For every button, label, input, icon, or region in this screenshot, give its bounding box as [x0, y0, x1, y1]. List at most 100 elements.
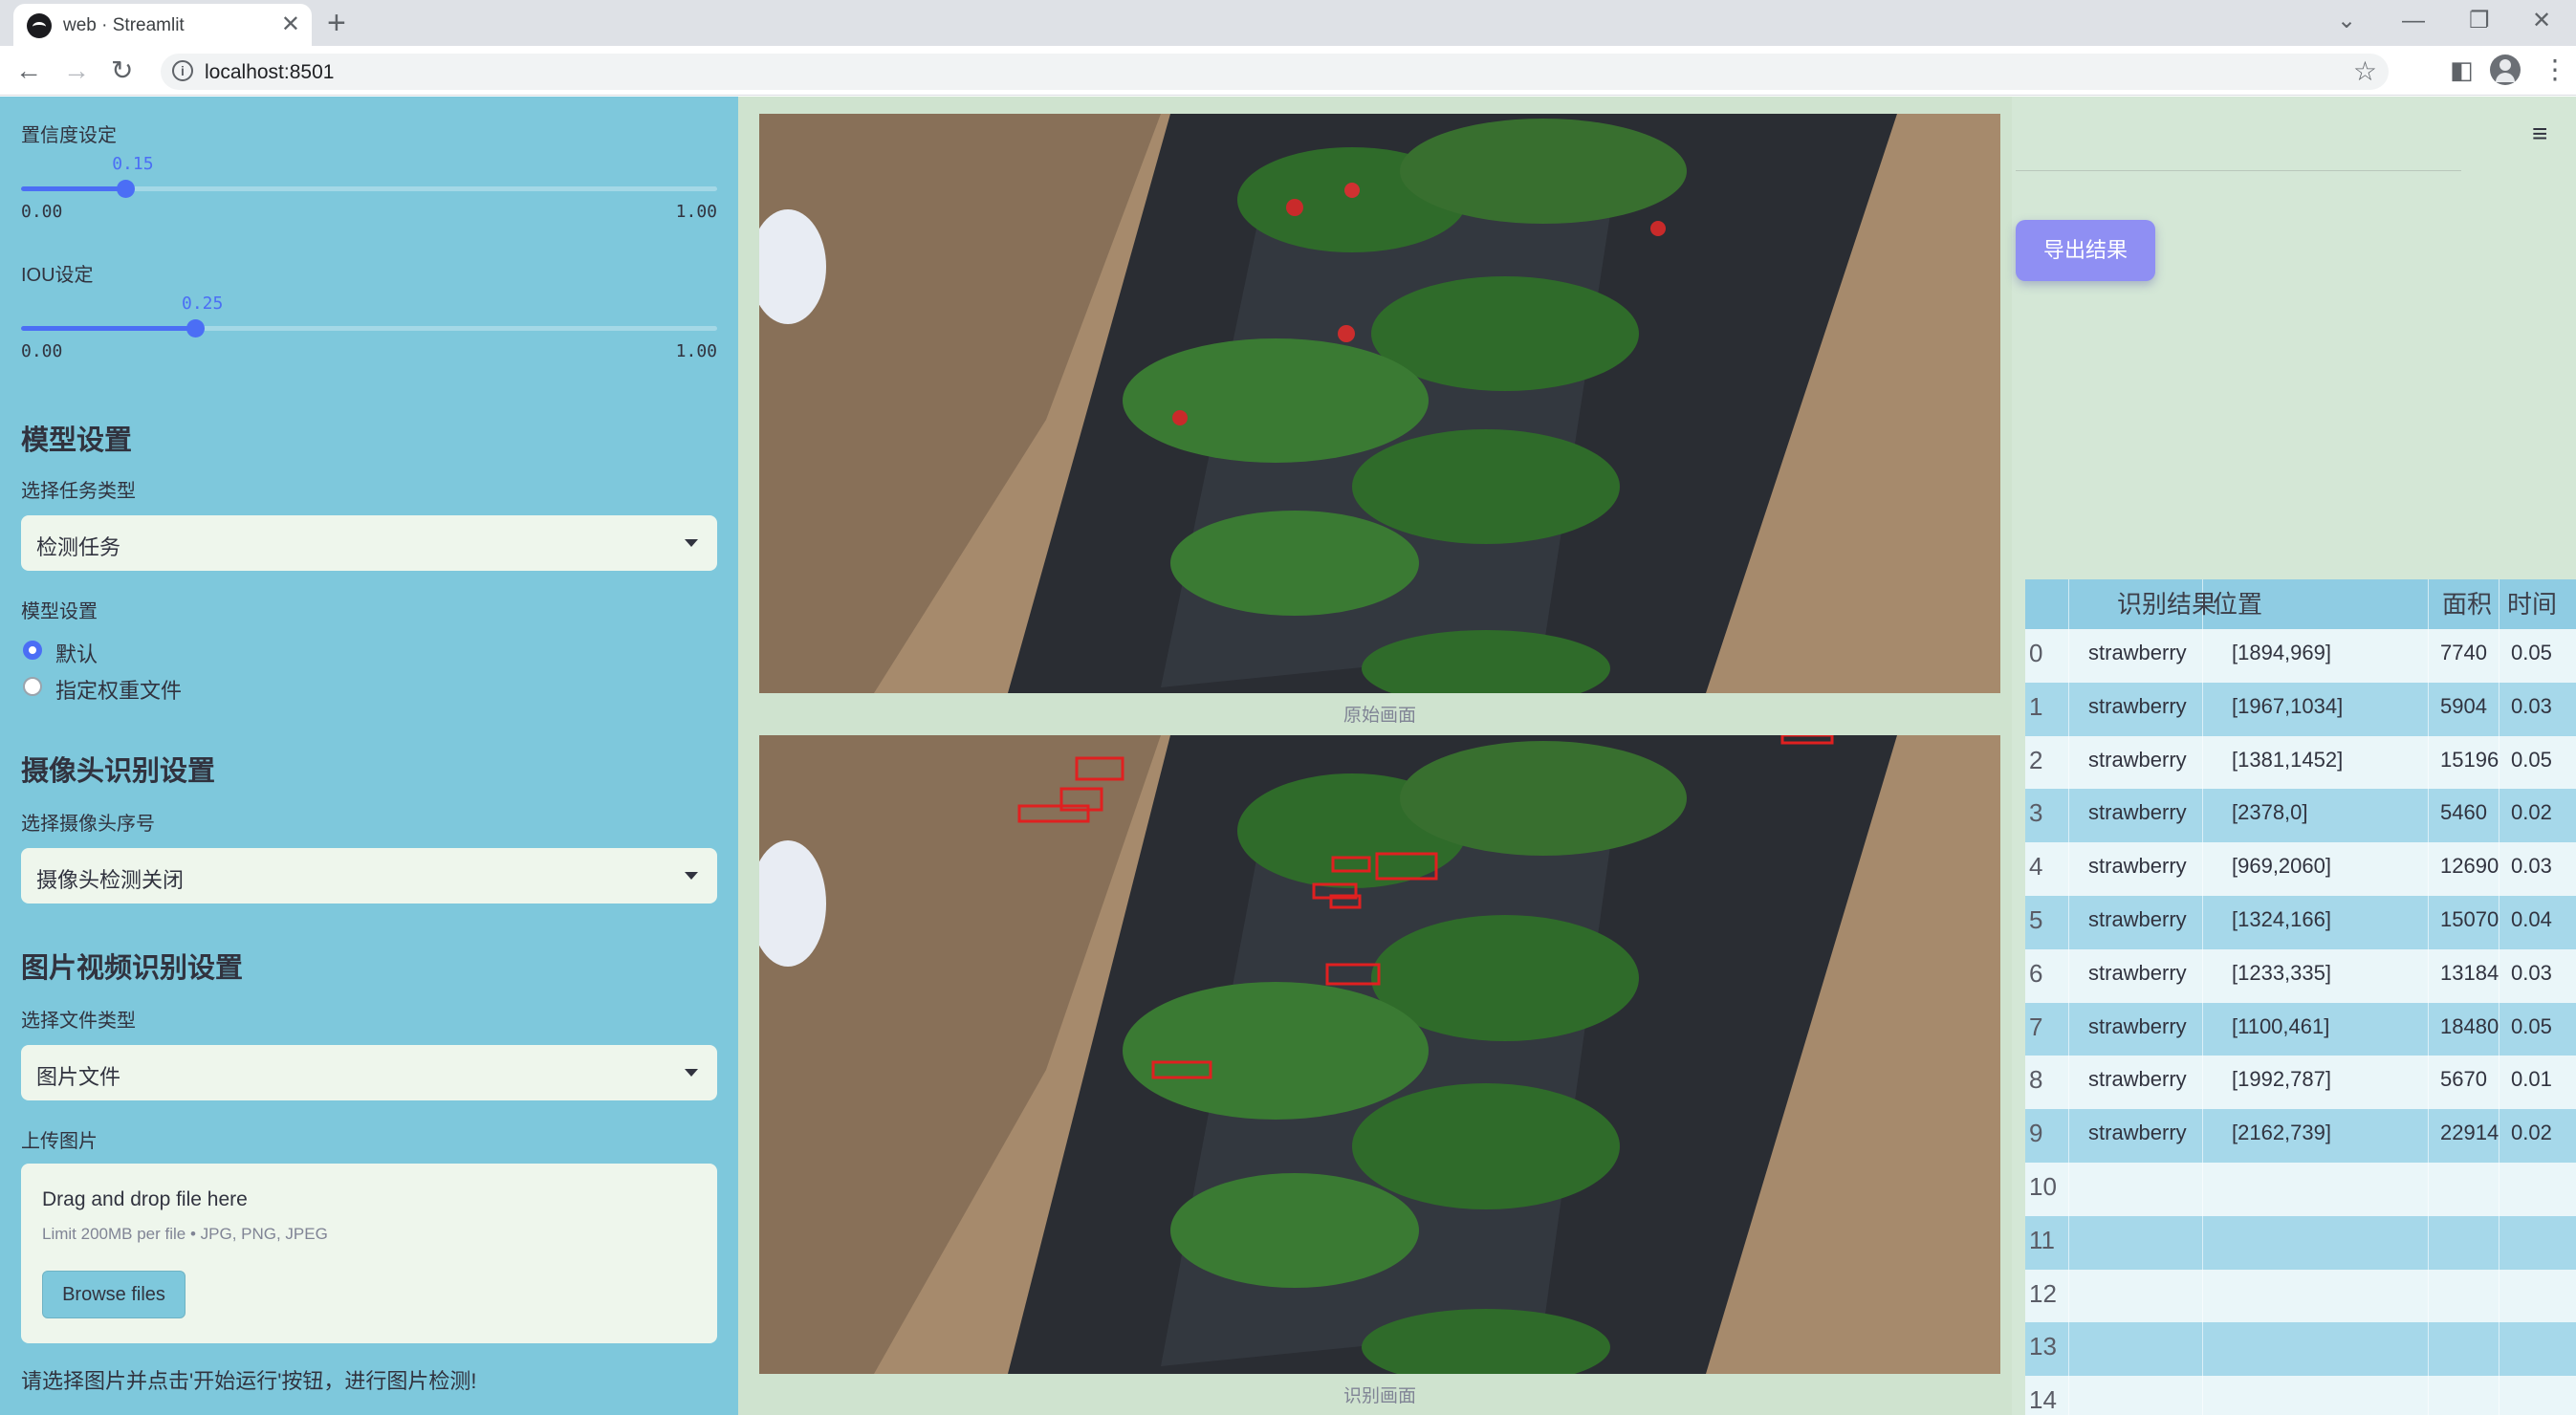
tab-search-icon[interactable]: ⌄	[2337, 8, 2356, 34]
slider-min: 0.00	[21, 341, 63, 361]
slider-thumb[interactable]	[186, 319, 205, 337]
cell-position: [1100,461]	[2203, 1002, 2429, 1056]
close-tab-icon[interactable]: ✕	[281, 11, 300, 38]
cell-area: 12690	[2429, 842, 2500, 897]
table-row[interactable]: 12	[2025, 1269, 2576, 1323]
profile-avatar-icon[interactable]	[2490, 54, 2521, 85]
file-dropzone[interactable]: Drag and drop file here Limit 200MB per …	[21, 1164, 717, 1343]
cell-time	[2500, 1163, 2576, 1216]
browser-menu-icon[interactable]: ⋮	[2542, 54, 2568, 85]
browse-files-button[interactable]: Browse files	[42, 1271, 186, 1318]
cell-area: 5460	[2429, 789, 2500, 843]
slider-fill	[21, 326, 195, 331]
forward-icon[interactable]: →	[63, 55, 90, 86]
hamburger-icon[interactable]: ≡	[2532, 119, 2547, 149]
table-row[interactable]: 5 strawberry [1324,166] 15070 0.04	[2025, 896, 2576, 949]
results-table[interactable]: 识别结果 位置 面积 时间 0 strawberry [1894,969] 7740 0…	[2025, 579, 2576, 1415]
strawberry-detection-image	[759, 735, 2000, 1374]
cell-label: strawberry	[2069, 682, 2203, 736]
export-results-button[interactable]: 导出结果	[2016, 220, 2155, 281]
table-row[interactable]: 9 strawberry [2162,739] 22914 0.02	[2025, 1109, 2576, 1164]
row-index: 6	[2025, 948, 2069, 1003]
cell-time: 0.03	[2511, 854, 2552, 879]
camera-index-label: 选择摄像头序号	[21, 814, 155, 835]
upload-label: 上传图片	[21, 1131, 98, 1152]
radio-unselected-icon[interactable]	[23, 677, 42, 696]
header-index	[2025, 579, 2069, 629]
back-icon[interactable]: ←	[15, 55, 42, 86]
table-row[interactable]: 10	[2025, 1163, 2576, 1216]
cell-position	[2203, 1163, 2429, 1216]
iou-slider[interactable]: 0.25 0.00 1.00	[21, 294, 717, 370]
minimize-icon[interactable]: —	[2402, 8, 2425, 34]
header-area[interactable]: 面积	[2429, 579, 2500, 629]
table-row[interactable]: 1 strawberry [1967,1034] 5904 0.03	[2025, 682, 2576, 736]
dropzone-title: Drag and drop file here	[42, 1188, 248, 1210]
cell-position: [1324,166]	[2203, 896, 2429, 949]
table-row[interactable]: 4 strawberry [969,2060] 12690 0.03	[2025, 842, 2576, 897]
close-window-icon[interactable]: ✕	[2532, 8, 2551, 34]
table-row[interactable]: 14	[2025, 1376, 2576, 1415]
camera-index-value: 摄像头检测关闭	[36, 868, 185, 892]
table-row[interactable]: 7 strawberry [1100,461] 18480 0.05	[2025, 1002, 2576, 1056]
streamlit-favicon-icon	[27, 13, 52, 38]
row-index: 12	[2025, 1269, 2069, 1323]
cell-label	[2069, 1376, 2203, 1415]
table-row[interactable]: 3 strawberry [2378,0] 5460 0.02	[2025, 789, 2576, 843]
table-row[interactable]: 8 strawberry [1992,787] 5670 0.01	[2025, 1056, 2576, 1110]
cell-position: [2162,739]	[2203, 1109, 2429, 1164]
browser-tab-bar: web · Streamlit ✕ + ⌄ — ❐ ✕	[0, 0, 2576, 46]
table-row[interactable]: 6 strawberry [1233,335] 13184 0.03	[2025, 948, 2576, 1003]
row-index: 13	[2025, 1322, 2069, 1377]
new-tab-button[interactable]: +	[327, 6, 346, 40]
table-row[interactable]: 11	[2025, 1215, 2576, 1270]
url-field[interactable]: i localhost:8501 ☆	[161, 54, 2389, 90]
cell-position: [1381,1452]	[2203, 735, 2429, 790]
site-info-icon[interactable]: i	[172, 60, 193, 81]
task-type-label: 选择任务类型	[21, 481, 136, 502]
cell-area: 22914	[2429, 1109, 2500, 1164]
table-row[interactable]: 0 strawberry [1894,969] 7740 0.05	[2025, 629, 2576, 683]
row-index: 0	[2025, 629, 2069, 683]
header-position[interactable]: 位置	[2203, 579, 2429, 629]
table-row[interactable]: 2 strawberry [1381,1452] 15196 0.05	[2025, 735, 2576, 790]
cell-label: strawberry	[2069, 1056, 2203, 1110]
address-bar: ← → ↻ i localhost:8501 ☆	[0, 46, 2576, 96]
table-row[interactable]: 13	[2025, 1322, 2576, 1377]
cell-area: 15070	[2429, 896, 2500, 949]
cell-time: 0.03	[2511, 960, 2552, 985]
browser-tab[interactable]: web · Streamlit ✕	[13, 4, 312, 46]
model-settings-heading: 模型设置	[21, 425, 133, 456]
header-label[interactable]: 识别结果	[2069, 579, 2216, 629]
confidence-slider[interactable]: 0.15 0.00 1.00	[21, 154, 717, 230]
cell-position	[2203, 1376, 2429, 1415]
bookmark-star-icon[interactable]: ☆	[2353, 55, 2377, 87]
dropzone-hint: Limit 200MB per file • JPG, PNG, JPEG	[42, 1225, 328, 1243]
cell-time: 0.03	[2511, 693, 2552, 718]
cell-label: strawberry	[2069, 948, 2203, 1003]
cell-area: 15196	[2429, 735, 2500, 790]
file-type-value: 图片文件	[36, 1065, 121, 1089]
file-type-select[interactable]: 图片文件	[21, 1045, 717, 1100]
side-panel-icon[interactable]: ◧	[2450, 55, 2474, 85]
reload-icon[interactable]: ↻	[111, 55, 133, 86]
slider-thumb[interactable]	[117, 180, 136, 198]
restore-icon[interactable]: ❐	[2469, 8, 2490, 34]
strawberry-field-image	[759, 114, 2000, 693]
chevron-down-icon	[685, 539, 698, 547]
original-image	[759, 114, 2000, 693]
cell-time	[2500, 1216, 2576, 1270]
cell-label: strawberry	[2069, 1002, 2203, 1056]
cell-area	[2429, 1269, 2500, 1323]
radio-label: 指定权重文件	[55, 679, 183, 703]
camera-index-select[interactable]: 摄像头检测关闭	[21, 848, 717, 903]
confidence-label: 置信度设定	[21, 125, 117, 146]
task-type-value: 检测任务	[36, 535, 121, 559]
cell-area: 5670	[2429, 1056, 2500, 1110]
original-caption: 原始画面	[1343, 706, 1416, 726]
header-time[interactable]: 时间	[2500, 579, 2576, 629]
row-index: 3	[2025, 789, 2069, 843]
radio-selected-icon[interactable]	[23, 641, 42, 660]
task-type-select[interactable]: 检测任务	[21, 515, 717, 571]
table-header: 识别结果 位置 面积 时间	[2025, 579, 2576, 629]
